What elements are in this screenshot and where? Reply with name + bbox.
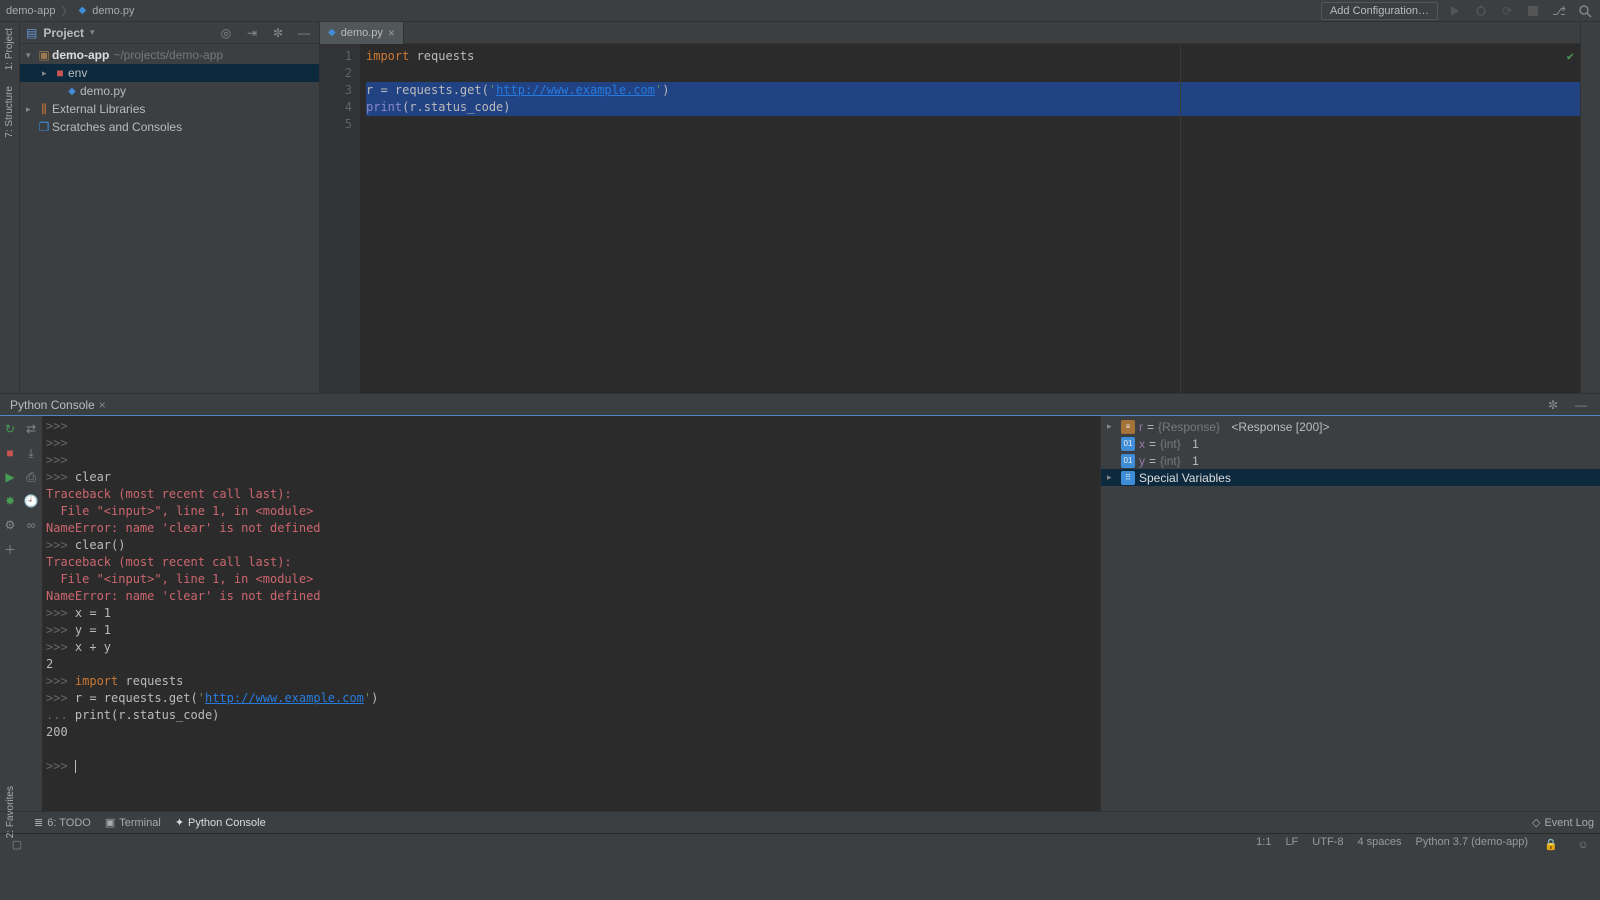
right-tool-stripe [1580,22,1600,393]
rerun-icon[interactable]: ↻ [1,420,19,438]
python-file-icon: ◆ [79,5,87,16]
console-gear-icon[interactable]: ✼ [1544,396,1562,414]
editor-tab-bar: ◆ demo.py × [320,22,1580,44]
console-output[interactable]: >>> >>> >>> >>> clear Traceback (most re… [42,416,1100,811]
python-console-panel: Python Console × ✼ — ↻ ■ ▶ ✸ ⚙ ＋ ⇄ ⤓ ⎙ 🕘… [0,393,1600,811]
editor-tab-label: demo.py [341,27,383,39]
close-console-tab-icon[interactable]: × [99,398,106,412]
interpreter[interactable]: Python 3.7 (demo-app) [1415,836,1528,854]
breadcrumb-sep: 〉 [62,3,73,19]
new-console-icon[interactable]: ＋ [1,540,19,558]
left-stripe-bottom: 2: Favorites [0,780,20,838]
tree-ext-label: External Libraries [52,102,145,116]
editor-tab-demo[interactable]: ◆ demo.py × [320,22,404,44]
readonly-lock-icon[interactable]: 🔒 [1542,836,1560,854]
python-console-tab[interactable]: ✦Python Console [175,816,266,829]
search-everywhere-icon[interactable] [1576,2,1594,20]
tree-root[interactable]: ▾▣ demo-app ~/projects/demo-app [20,46,319,64]
tree-scratch-label: Scratches and Consoles [52,120,182,134]
group-icon: ⠿ [1121,471,1135,485]
project-view-icon: ▤ [26,26,37,40]
breadcrumb-file[interactable]: demo.py [92,5,134,17]
tree-scratches[interactable]: ❐ Scratches and Consoles [20,118,319,136]
line-separator[interactable]: LF [1285,836,1298,854]
vcs-icon[interactable]: ⎇ [1550,2,1568,20]
print-icon[interactable]: ⎙ [22,468,40,486]
status-bar: ▢ 1:1 LF UTF-8 4 spaces Python 3.7 (demo… [0,833,1600,855]
console-cursor [75,760,76,773]
add-configuration-button[interactable]: Add Configuration… [1321,2,1438,20]
code-editor[interactable]: 1 2 3 4 5 ✔ import requests r = requests… [320,44,1580,393]
code-line-1[interactable]: import requests [366,48,1580,65]
debug-icon[interactable] [1472,2,1490,20]
vars-icon[interactable]: ∞ [22,516,40,534]
tree-external-libs[interactable]: ▸⫼ External Libraries [20,100,319,118]
object-icon: ≡ [1121,420,1135,434]
breadcrumb[interactable]: demo-app 〉 ◆ demo.py [6,3,134,19]
line-gutter: 1 2 3 4 5 [320,44,360,393]
variables-pane[interactable]: ▸ ≡ r = {Response} <Response [200]> 01 x… [1100,416,1600,811]
var-y[interactable]: 01 y = {int} 1 [1101,452,1600,469]
code-line-3[interactable]: r = requests.get('http://www.example.com… [366,82,1580,99]
chevron-down-icon[interactable]: ▾ [90,27,95,38]
top-toolbar: demo-app 〉 ◆ demo.py Add Configuration… … [0,0,1600,22]
code-line-2[interactable] [366,65,1580,82]
soft-wrap-icon[interactable]: ⇄ [22,420,40,438]
stop-console-icon[interactable]: ■ [1,444,19,462]
tree-root-path: ~/projects/demo-app [113,48,223,62]
encoding[interactable]: UTF-8 [1312,836,1343,854]
run-icon[interactable] [1446,2,1464,20]
indent[interactable]: 4 spaces [1357,836,1401,854]
scroll-end-icon[interactable]: ⤓ [22,444,40,462]
tree-env[interactable]: ▸■ env [20,64,319,82]
tree-root-label: demo-app [52,48,109,62]
editor-area: ◆ demo.py × 1 2 3 4 5 ✔ import requests … [320,22,1580,393]
event-log-tab[interactable]: ◇Event Log [1532,816,1594,829]
tree-demo-file[interactable]: ◆ demo.py [20,82,319,100]
locate-icon[interactable]: ◎ [217,24,235,42]
code-line-5[interactable] [366,116,1580,133]
close-tab-icon[interactable]: × [388,26,395,40]
settings-icon[interactable]: ⚙ [1,516,19,534]
terminal-tab[interactable]: ▣Terminal [105,816,161,829]
project-tool-tab[interactable]: 1: Project [2,26,17,72]
favorites-tool-tab[interactable]: 2: Favorites [5,786,16,838]
left-tool-stripe: 1: Project 7: Structure [0,22,20,393]
inspection-profile-icon[interactable]: ☺ [1574,836,1592,854]
int-icon: 01 [1121,454,1135,468]
history-icon[interactable]: 🕘 [22,492,40,510]
project-panel: ▤ Project ▾ ◎ ⇥ ✼ — ▾▣ demo-app ~/projec… [20,22,320,393]
tree-env-label: env [68,66,87,80]
var-special[interactable]: ▸ ⠿ Special Variables [1101,469,1600,486]
todo-tab[interactable]: ≣6: TODO [34,816,91,829]
python-file-icon: ◆ [328,27,336,38]
tree-demo-label: demo.py [80,84,126,98]
code-line-4[interactable]: print(r.status_code) [366,99,1580,116]
stop-icon[interactable] [1524,2,1542,20]
structure-tool-tab[interactable]: 7: Structure [2,84,17,140]
breadcrumb-project[interactable]: demo-app [6,5,56,17]
project-tree[interactable]: ▾▣ demo-app ~/projects/demo-app ▸■ env ◆… [20,44,319,138]
hide-panel-icon[interactable]: — [295,24,313,42]
execute-icon[interactable]: ▶ [1,468,19,486]
caret-position[interactable]: 1:1 [1256,836,1271,854]
project-panel-title[interactable]: Project [43,26,84,40]
attach-icon[interactable]: ⟳ [1498,2,1516,20]
bottom-tool-tabs: ≣6: TODO ▣Terminal ✦Python Console ◇Even… [0,811,1600,833]
var-r[interactable]: ▸ ≡ r = {Response} <Response [200]> [1101,418,1600,435]
console-action-bar-2: ⇄ ⤓ ⎙ 🕘 ∞ [20,416,42,811]
collapse-icon[interactable]: ⇥ [243,24,261,42]
console-hide-icon[interactable]: — [1572,396,1590,414]
console-action-bar-1: ↻ ■ ▶ ✸ ⚙ ＋ [0,416,20,811]
inspection-ok-icon[interactable]: ✔ [1567,48,1574,65]
gear-icon[interactable]: ✼ [269,24,287,42]
int-icon: 01 [1121,437,1135,451]
debug-console-icon[interactable]: ✸ [1,492,19,510]
console-title[interactable]: Python Console [10,398,95,412]
var-x[interactable]: 01 x = {int} 1 [1101,435,1600,452]
